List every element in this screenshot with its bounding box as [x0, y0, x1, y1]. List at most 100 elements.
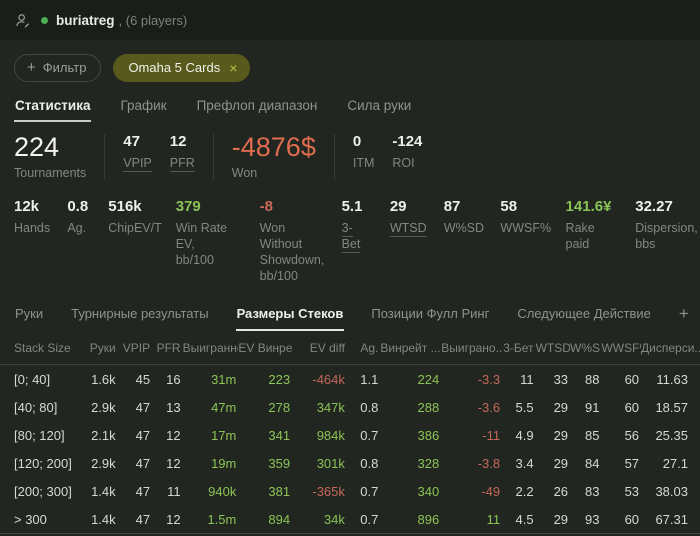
table-row[interactable]: [200; 300] 1.4k 47 11 940k 381 -365k 0.7 340 -49 2… [0, 477, 700, 505]
tab-statistics[interactable]: Статистика [14, 98, 92, 122]
cell-vpip: 47 [135, 399, 151, 415]
cell-won-chips: 940k [208, 483, 237, 499]
cell-won-bb: -49 [481, 483, 501, 499]
add-filter-button[interactable]: + Фильтр [14, 54, 102, 82]
cell-won-bb: 11 [486, 511, 501, 527]
cell-hands: 1.6k [91, 371, 116, 387]
table-row[interactable]: [40; 80] 2.9k 47 13 47m 278 347k 0.8 288 -3.6 5.5 2… [0, 393, 700, 421]
stat-divider [104, 134, 106, 179]
remove-tag-icon[interactable]: × [229, 61, 237, 75]
add-tab-button[interactable]: + [678, 304, 690, 331]
cell-wsd: 83 [585, 483, 600, 499]
cell-dispersion: 18.57 [655, 399, 688, 415]
column-header-wsd[interactable]: W%SD [570, 333, 602, 365]
column-header-wtsd[interactable]: WTSD [535, 333, 571, 365]
stat-wtsd: 29 WTSD [389, 197, 427, 237]
cell-won-chips: 31m [211, 371, 237, 387]
cell-3bet: 5.5 [515, 399, 534, 415]
tab-next-action[interactable]: Следующее Действие [516, 306, 652, 331]
filter-bar: + Фильтр Omaha 5 Cards × [0, 40, 700, 82]
stat-wwsf-value: 58 [500, 198, 518, 215]
stat-itm-label: ITM [352, 156, 375, 170]
stat-dispersion-label: Dispersion, bbs [635, 221, 698, 251]
column-header-ev-winrate[interactable]: EV Винре... [238, 333, 293, 365]
cell-ev-diff: -365k [312, 483, 345, 499]
cell-wwsf: 56 [624, 427, 640, 443]
stat-divider [212, 134, 214, 179]
stat-wtsd-label-text[interactable]: WTSD [389, 221, 427, 237]
stats-summary: 224 Tournaments 47 VPIP 12 PFR -4876$ Won 0 ITM -1… [0, 122, 700, 284]
column-header-aggression[interactable]: Ag. [346, 333, 381, 365]
tab-positions-full-ring[interactable]: Позиции Фулл Ринг [370, 306, 490, 331]
column-header-pfr[interactable]: PFR [152, 333, 183, 365]
cell-aggression: 0.7 [360, 511, 379, 527]
stat-pfr-label-text[interactable]: PFR [169, 156, 195, 172]
player-name[interactable]: buriatreg [56, 13, 115, 28]
cell-3bet: 3.4 [515, 455, 534, 471]
stat-vpip-label: VPIP [123, 155, 152, 172]
cell-wsd: 91 [585, 399, 600, 415]
cell-dispersion: 27.1 [662, 455, 688, 471]
tab-graph[interactable]: График [119, 98, 167, 122]
stat-roi-label: ROI [392, 156, 415, 170]
stats-row-primary: 224 Tournaments 47 VPIP 12 PFR -4876$ Won 0 ITM -1… [14, 132, 686, 181]
cell-ev-diff: 301k [316, 455, 345, 471]
player-header: buriatreg , (6 players) [0, 0, 700, 40]
tab-stack-sizes[interactable]: Размеры Стеков [235, 306, 345, 331]
stack-size-label: [0; 40] [14, 371, 51, 387]
add-filter-label: Фильтр [42, 60, 87, 75]
tab-hands[interactable]: Руки [14, 306, 44, 331]
stat-winrate-ev-value: 379 [175, 198, 201, 215]
cell-3bet: 2.2 [515, 483, 534, 499]
column-header-won-chips[interactable]: Выигранно [182, 333, 239, 365]
stat-chipev-t: 516k ChipEV/T [108, 197, 162, 236]
column-header-winrate[interactable]: Винрейт ... [380, 333, 442, 365]
stat-wtsd-label: WTSD [389, 220, 427, 237]
cell-aggression: 0.8 [360, 455, 379, 471]
cell-ev-diff: 34k [323, 511, 345, 527]
stat-aggression: 0.8 Ag. [67, 197, 88, 236]
column-header-hands[interactable]: Руки [71, 333, 118, 365]
tab-preflop-range[interactable]: Префлоп диапазон [196, 98, 319, 122]
cell-vpip: 47 [135, 455, 151, 471]
stat-vpip-label-text[interactable]: VPIP [123, 156, 152, 172]
cell-ev-winrate: 359 [268, 455, 291, 471]
table-row[interactable]: > 300 1.4k 47 12 1.5m 894 34k 0.7 896 11 4.5 29 93 60… [0, 505, 700, 534]
stat-dispersion-value: 32.27 [635, 198, 673, 215]
filter-tag-omaha-5-cards[interactable]: Omaha 5 Cards × [113, 54, 251, 82]
tab-hand-strength[interactable]: Сила руки [346, 98, 412, 122]
cell-wsd: 84 [585, 455, 600, 471]
report-tabs: Руки Турнирные результаты Размеры Стеков По… [0, 284, 700, 331]
user-edit-icon[interactable] [14, 12, 31, 29]
column-header-won-bb[interactable]: Выиграно... [441, 333, 503, 365]
cell-winrate: 224 [417, 371, 440, 387]
stat-wsd: 87 W%SD [444, 197, 484, 236]
cell-ev-winrate: 894 [268, 511, 291, 527]
column-header-3bet[interactable]: 3-Бет [502, 333, 536, 365]
stat-rake-paid-value: 141.6¥ [565, 198, 612, 215]
stat-won-without-showdown-value: -8 [259, 198, 274, 215]
cell-ev-winrate: 278 [268, 399, 291, 415]
table-row[interactable]: [120; 200] 2.9k 47 12 19m 359 301k 0.8 328 -3.8 3.… [0, 449, 700, 477]
column-header-wwsf[interactable]: WWSF% [601, 333, 642, 365]
cell-vpip: 47 [135, 483, 151, 499]
tab-tournament-results[interactable]: Турнирные результаты [70, 306, 209, 331]
stat-3bet-value: 5.1 [341, 198, 363, 215]
stat-rake-paid: 141.6¥ Rake paid [566, 197, 612, 252]
column-header-ev-diff[interactable]: EV diff [292, 333, 347, 365]
column-header-dispersion[interactable]: Дисперси... [641, 333, 700, 365]
stat-3bet-label-text[interactable]: 3-Bet [341, 221, 361, 253]
cell-ev-winrate: 223 [268, 371, 291, 387]
column-header-vpip[interactable]: VPIP [117, 333, 153, 365]
stat-wwsf: 58 WWSF% [500, 197, 551, 236]
table-row[interactable]: [0; 40] 1.6k 45 16 31m 223 -464k 1.1 224 -3.3 11 33… [0, 365, 700, 394]
cell-won-chips: 19m [211, 455, 237, 471]
cell-wsd: 85 [585, 427, 600, 443]
cell-ev-diff: -464k [312, 371, 345, 387]
online-status-dot [41, 16, 48, 24]
stack-size-label: [200; 300] [14, 483, 71, 499]
stat-3bet-label: 3-Bet [341, 220, 366, 253]
column-header-stack-size[interactable]: Stack Size [0, 333, 71, 365]
table-row[interactable]: [80; 120] 2.1k 47 12 17m 341 984k 0.7 386 -11 4.9 2… [0, 421, 700, 449]
stat-vpip: 47 VPIP [123, 132, 152, 172]
